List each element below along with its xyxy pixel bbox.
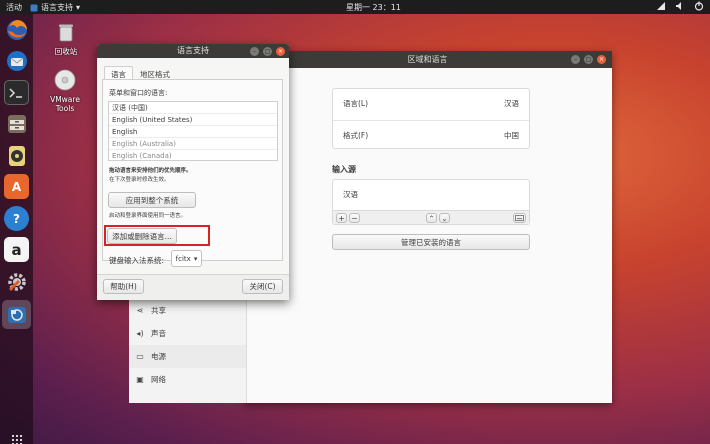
sidebar-item-power[interactable]: ▭ 电源: [129, 345, 246, 368]
add-input-source-button[interactable]: +: [336, 213, 347, 223]
region-window-titlebar[interactable]: 区域和语言 – □ ×: [243, 51, 612, 68]
show-applications-icon[interactable]: [11, 434, 23, 444]
dialog-close-button[interactable]: 关闭(C): [242, 279, 283, 294]
app-menu[interactable]: 语言支持 ▾: [30, 2, 80, 13]
language-item[interactable]: English (Canada): [109, 150, 277, 160]
formats-row[interactable]: 格式(F) 中国: [333, 120, 529, 149]
minimize-button[interactable]: –: [571, 55, 580, 64]
move-up-button[interactable]: ⌃: [426, 213, 437, 223]
language-list[interactable]: 汉语 (中国) English (United States) English …: [108, 101, 278, 161]
amazon-icon[interactable]: a: [4, 237, 29, 262]
move-down-button[interactable]: ⌄: [439, 213, 450, 223]
dock: A ? a: [0, 14, 33, 444]
highlight-annotation: [104, 225, 210, 246]
keyboard-input-value: fcitx: [175, 254, 191, 263]
apply-hint: 启动和登录界面使用同一语言。: [109, 213, 187, 219]
activities-button[interactable]: 活动: [6, 2, 22, 13]
keyboard-input-select[interactable]: fcitx ▾: [171, 250, 202, 267]
close-button[interactable]: ×: [276, 47, 285, 56]
manage-languages-button[interactable]: 管理已安装的语言: [332, 234, 530, 250]
network-icon: [657, 2, 665, 10]
settings-sidebar: ⋖ 共享 ◂) 声音 ▭ 电源 ▣ 网络: [129, 296, 247, 403]
keyboard-icon: [515, 215, 524, 221]
keyboard-layout-button[interactable]: [513, 213, 526, 223]
vmware-tools-desktop-icon[interactable]: VMware Tools: [40, 69, 90, 113]
minimize-button[interactable]: –: [250, 47, 259, 56]
formats-value: 中国: [504, 130, 519, 140]
language-label: 语言(L): [343, 99, 369, 108]
thunderbird-icon[interactable]: [4, 48, 29, 73]
dialog-title: 语言支持: [177, 46, 209, 55]
top-panel: 活动 语言支持 ▾ 星期一 23：11: [0, 0, 710, 14]
window-title: 区域和语言: [407, 55, 448, 64]
apply-system-wide-button[interactable]: 应用到整个系统: [108, 192, 196, 208]
drag-hint: 拖动语言来安排他们的优先顺序。: [109, 168, 192, 174]
sidebar-item-label: 电源: [151, 352, 166, 361]
language-support-icon[interactable]: [2, 300, 31, 329]
region-language-window: 区域和语言 – □ × 语言(L) 汉语 格式(F) 中国 输入源 汉语 + −…: [243, 51, 612, 403]
vmware-tools-label: VMware Tools: [50, 95, 80, 113]
input-sources-toolbar: + − ⌃ ⌄: [333, 210, 529, 224]
language-app-icon: [30, 4, 38, 11]
help-button[interactable]: 帮助(H): [103, 279, 144, 294]
input-sources-list: 汉语 + − ⌃ ⌄: [332, 179, 530, 225]
sidebar-item-label: 声音: [151, 329, 166, 338]
language-item[interactable]: English: [109, 126, 277, 138]
software-center-icon[interactable]: A: [4, 174, 29, 199]
help-icon[interactable]: ?: [4, 206, 29, 231]
language-item[interactable]: English (Australia): [109, 138, 277, 150]
language-value: 汉语: [504, 99, 519, 108]
sound-icon: ◂): [136, 329, 144, 338]
language-formats-card: 语言(L) 汉语 格式(F) 中国: [332, 88, 530, 149]
chevron-down-icon: ▾: [76, 3, 81, 12]
share-icon: ⋖: [136, 306, 144, 315]
disc-icon: [54, 69, 76, 91]
system-tray[interactable]: [656, 1, 704, 11]
input-sources-heading: 输入源: [332, 165, 356, 174]
firefox-icon[interactable]: [4, 17, 29, 42]
maximize-button[interactable]: □: [584, 55, 593, 64]
language-row[interactable]: 语言(L) 汉语: [333, 89, 529, 118]
formats-label: 格式(F): [343, 130, 369, 140]
app-menu-label: 语言支持: [41, 3, 73, 12]
settings-icon[interactable]: [4, 269, 29, 294]
power-icon: ▭: [136, 352, 144, 361]
power-icon: [694, 1, 704, 11]
sidebar-item-sound[interactable]: ◂) 声音: [129, 322, 246, 345]
sidebar-item-label: 共享: [151, 306, 166, 315]
dialog-titlebar[interactable]: 语言支持 – □ ×: [97, 44, 289, 58]
terminal-icon[interactable]: [4, 80, 29, 105]
sidebar-item-sharing[interactable]: ⋖ 共享: [129, 299, 246, 322]
files-icon[interactable]: [4, 111, 29, 136]
clock[interactable]: 星期一 23：11: [346, 2, 401, 13]
sidebar-item-network[interactable]: ▣ 网络: [129, 368, 246, 391]
relogin-hint: 在下次登录时修改生效。: [109, 177, 170, 183]
maximize-button[interactable]: □: [263, 47, 272, 56]
trash-label: 回收站: [54, 47, 78, 56]
sidebar-item-label: 网络: [151, 375, 166, 384]
remove-input-source-button[interactable]: −: [349, 213, 360, 223]
rhythmbox-icon[interactable]: [4, 143, 29, 168]
chevron-down-icon: ▾: [193, 254, 198, 263]
volume-icon: [676, 2, 681, 10]
keyboard-input-label: 键盘输入法系统:: [109, 256, 165, 265]
trash-icon: [59, 24, 73, 42]
network-icon: ▣: [136, 375, 144, 384]
close-button[interactable]: ×: [597, 55, 606, 64]
language-item[interactable]: 汉语 (中国): [109, 102, 277, 114]
input-source-item[interactable]: 汉语: [343, 189, 358, 200]
menus-language-label: 菜单和窗口的语言:: [109, 89, 168, 97]
trash-desktop-icon[interactable]: 回收站: [41, 21, 91, 56]
language-item[interactable]: English (United States): [109, 114, 277, 126]
